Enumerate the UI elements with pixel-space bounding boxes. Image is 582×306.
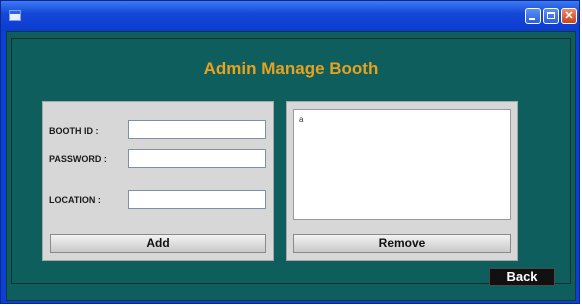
booth-list-panel: a Remove — [286, 101, 518, 261]
remove-button[interactable]: Remove — [293, 234, 511, 253]
maximize-button[interactable] — [543, 8, 559, 24]
back-button[interactable]: Back — [489, 268, 555, 286]
minimize-icon — [529, 18, 535, 20]
password-label: PASSWORD : — [49, 154, 107, 164]
add-button[interactable]: Add — [50, 234, 266, 253]
booth-form-panel: BOOTH ID : PASSWORD : LOCATION : Add — [42, 101, 274, 261]
minimize-button[interactable] — [525, 8, 541, 24]
close-icon: ✕ — [564, 10, 574, 22]
list-item[interactable]: a — [299, 115, 510, 124]
booth-id-field[interactable] — [128, 120, 266, 139]
content-area: Admin Manage Booth BOOTH ID : PASSWORD :… — [6, 31, 576, 301]
close-button[interactable]: ✕ — [561, 8, 577, 24]
page-title: Admin Manage Booth — [203, 59, 379, 78]
location-field[interactable] — [128, 190, 266, 209]
maximize-icon — [547, 12, 555, 19]
title-bar[interactable]: ✕ — [1, 1, 579, 31]
location-label: LOCATION : — [49, 195, 101, 205]
booth-id-label: BOOTH ID : — [49, 126, 99, 136]
app-window: ✕ Admin Manage Booth BOOTH ID : PASSWORD… — [0, 0, 580, 304]
window-app-icon — [9, 10, 21, 21]
password-field[interactable] — [128, 149, 266, 168]
booth-list[interactable]: a — [293, 109, 511, 220]
